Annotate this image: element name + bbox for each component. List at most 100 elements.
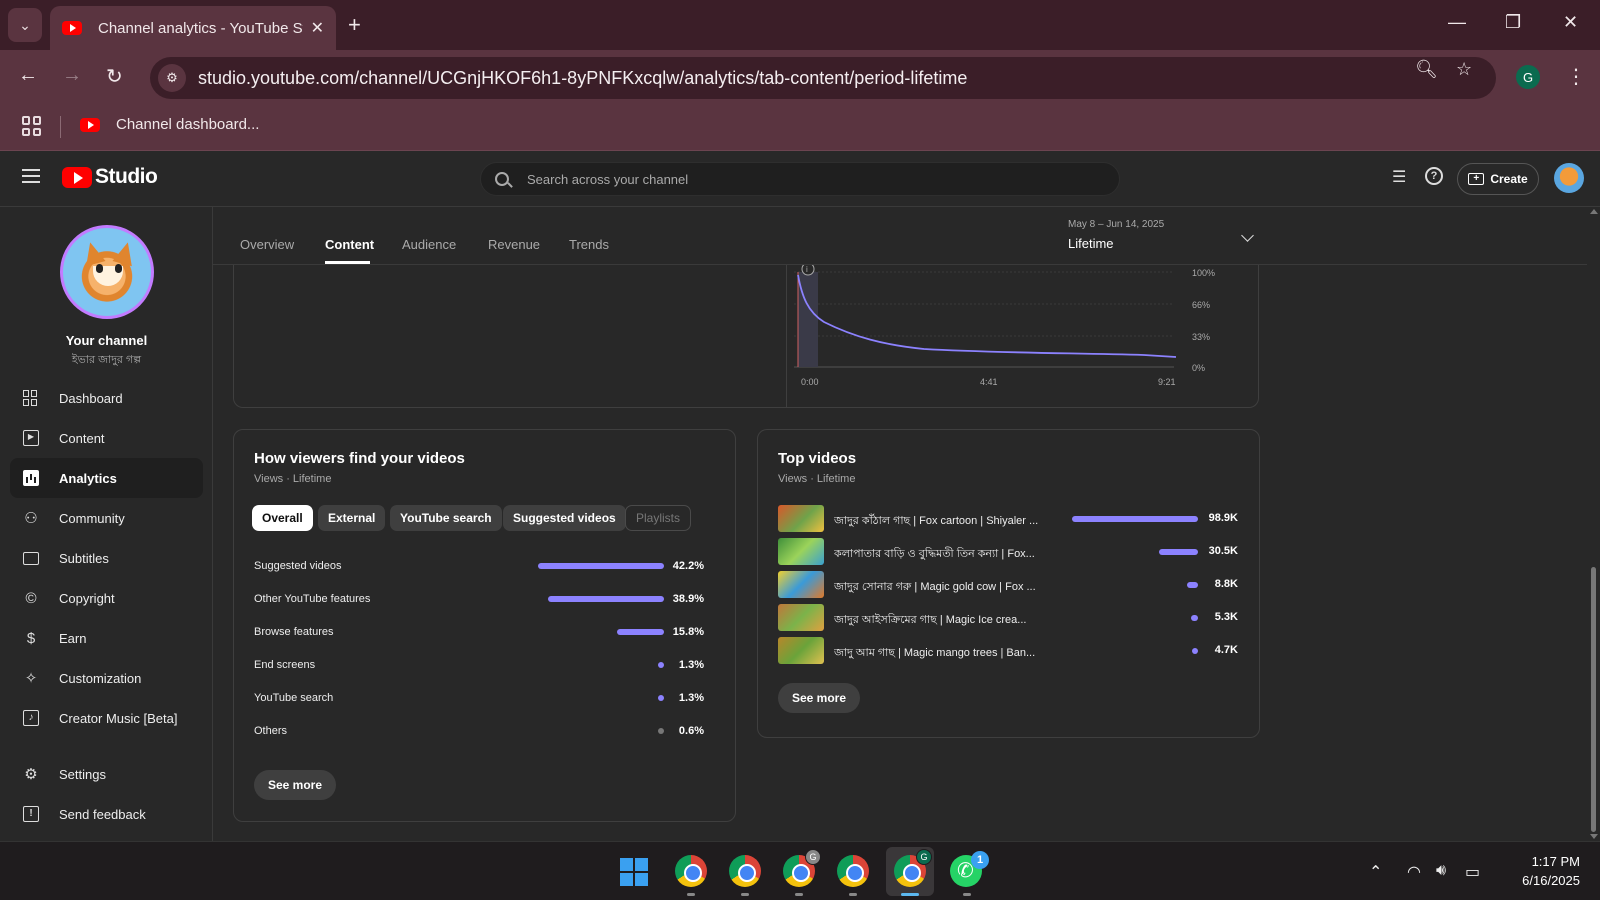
video-thumbnail[interactable] bbox=[778, 604, 824, 631]
video-row[interactable]: জাদুর কাঁঠাল গাছ | Fox cartoon | Shiyale… bbox=[778, 505, 1238, 533]
volume-icon[interactable]: 🔊︎ bbox=[1436, 862, 1446, 880]
bookmark-channel-dashboard[interactable]: Channel dashboard... bbox=[80, 116, 259, 133]
close-window-button[interactable]: ✕ bbox=[1563, 12, 1578, 33]
address-bar[interactable]: ⚙ studio.youtube.com/channel/UCGnjHKOF6h… bbox=[150, 57, 1496, 99]
scroll-up-arrow[interactable] bbox=[1590, 209, 1598, 214]
traffic-row[interactable]: Browse features 15.8% bbox=[254, 623, 704, 643]
wand-icon: ✧ bbox=[24, 670, 38, 687]
system-clock[interactable]: 1:17 PM 6/16/2025 bbox=[1490, 852, 1580, 890]
page-scrollbar[interactable] bbox=[1587, 207, 1600, 841]
battery-icon[interactable]: ▭ bbox=[1465, 862, 1480, 882]
sidebar-item-copyright[interactable]: © Copyright bbox=[10, 578, 203, 618]
sidebar-item-content[interactable]: ▶ Content bbox=[10, 418, 203, 458]
chevron-up-icon[interactable]: ⌃ bbox=[1369, 862, 1382, 882]
browser-menu-icon[interactable]: ⋮ bbox=[1566, 64, 1586, 89]
tab-overview[interactable]: Overview bbox=[240, 237, 294, 252]
profile-avatar[interactable]: G bbox=[1516, 65, 1540, 89]
sidebar-item-send-feedback[interactable]: ! Send feedback bbox=[10, 794, 203, 834]
video-thumbnail[interactable] bbox=[778, 505, 824, 532]
traffic-row[interactable]: YouTube search 1.3% bbox=[254, 689, 704, 709]
chevron-down-icon[interactable] bbox=[1241, 229, 1254, 242]
studio-logo[interactable]: Studio bbox=[62, 165, 158, 189]
reload-button[interactable]: ↻ bbox=[106, 64, 123, 89]
sidebar-item-earn[interactable]: $ Earn bbox=[10, 618, 203, 658]
chip-overall[interactable]: Overall bbox=[252, 505, 313, 531]
traffic-row[interactable]: Other YouTube features 38.9% bbox=[254, 590, 704, 610]
video-row[interactable]: জাদুর আইসক্রিমের গাছ | Magic Ice crea...… bbox=[778, 604, 1238, 632]
sidebar-item-dashboard[interactable]: Dashboard bbox=[10, 378, 203, 418]
restore-button[interactable]: ❐ bbox=[1505, 12, 1521, 33]
url-text[interactable]: studio.youtube.com/channel/UCGnjHKOF6h1-… bbox=[198, 68, 967, 89]
y-tick-label: 66% bbox=[1192, 300, 1211, 310]
chip-external[interactable]: External bbox=[318, 505, 386, 531]
search-icon bbox=[495, 172, 509, 186]
traffic-value: 1.3% bbox=[678, 659, 704, 671]
chrome-profile-2-icon[interactable] bbox=[729, 855, 761, 887]
site-info-icon[interactable]: ⚙ bbox=[158, 64, 186, 92]
traffic-row[interactable]: End screens 1.3% bbox=[254, 656, 704, 676]
chip-playlists[interactable]: Playlists bbox=[625, 505, 692, 531]
wifi-icon[interactable]: ◠ bbox=[1407, 862, 1421, 882]
zoom-icon[interactable]: 🔍︎ bbox=[1415, 59, 1438, 80]
video-row[interactable]: জাদুর সোনার গরু | Magic gold cow | Fox .… bbox=[778, 571, 1238, 599]
chip-suggested-videos[interactable]: Suggested videos bbox=[503, 505, 626, 531]
tab-content[interactable]: Content bbox=[325, 237, 374, 252]
browser-tab-active[interactable]: Channel analytics - YouTube Studio ✕ bbox=[50, 6, 336, 50]
video-title[interactable]: জাদু আম গাছ | Magic mango trees | Ban... bbox=[834, 644, 1044, 663]
menu-icon[interactable] bbox=[22, 169, 40, 183]
traffic-row[interactable]: Suggested videos 42.2% bbox=[254, 557, 704, 577]
video-thumbnail[interactable] bbox=[778, 538, 824, 565]
video-title[interactable]: কলাপাতার বাড়ি ও বুদ্ধিমতী তিন কন্যা | F… bbox=[834, 545, 1044, 564]
traffic-row[interactable]: Others 0.6% bbox=[254, 722, 704, 742]
tab-audience[interactable]: Audience bbox=[402, 237, 456, 252]
chrome-profile-3-icon[interactable]: G bbox=[783, 849, 821, 887]
tab-revenue[interactable]: Revenue bbox=[488, 237, 540, 252]
video-row[interactable]: কলাপাতার বাড়ি ও বুদ্ধিমতী তিন কন্যা | F… bbox=[778, 538, 1238, 566]
video-row[interactable]: জাদু আম গাছ | Magic mango trees | Ban...… bbox=[778, 637, 1238, 665]
video-thumbnail[interactable] bbox=[778, 571, 824, 598]
chrome-profile-5-icon[interactable]: G bbox=[894, 849, 932, 887]
sidebar-item-settings[interactable]: ⚙ Settings bbox=[10, 754, 203, 794]
help-icon[interactable]: ? bbox=[1425, 167, 1443, 185]
active-tab-indicator bbox=[325, 261, 370, 264]
video-thumbnail[interactable] bbox=[778, 637, 824, 664]
new-tab-button[interactable]: + bbox=[348, 12, 361, 38]
chrome-profile-1-icon[interactable] bbox=[675, 855, 707, 887]
subtitles-icon bbox=[22, 549, 40, 567]
windows-start-icon[interactable] bbox=[620, 858, 648, 886]
sidebar-item-customization[interactable]: ✧ Customization bbox=[10, 658, 203, 698]
tab-search-button[interactable]: ⌄ bbox=[8, 8, 42, 42]
video-title[interactable]: জাদুর আইসক্রিমের গাছ | Magic Ice crea... bbox=[834, 611, 1044, 630]
minimize-button[interactable]: — bbox=[1448, 12, 1466, 33]
video-views-bar bbox=[1191, 615, 1198, 621]
messages-icon[interactable]: ☰ bbox=[1392, 167, 1406, 187]
traffic-value: 42.2% bbox=[672, 560, 704, 572]
top-videos-card: Top videos Views · Lifetime জাদুর কাঁঠাল… bbox=[757, 429, 1260, 738]
sidebar-item-analytics[interactable]: Analytics bbox=[10, 458, 203, 498]
period-selector[interactable]: May 8 – Jun 14, 2025 Lifetime bbox=[1068, 219, 1164, 251]
video-title[interactable]: জাদুর সোনার গরু | Magic gold cow | Fox .… bbox=[834, 578, 1044, 597]
sidebar-item-subtitles[interactable]: Subtitles bbox=[10, 538, 203, 578]
forward-button[interactable]: → bbox=[62, 64, 82, 87]
tab-trends[interactable]: Trends bbox=[569, 237, 609, 252]
create-button[interactable]: + Create bbox=[1457, 163, 1539, 195]
apps-grid-icon[interactable] bbox=[22, 116, 42, 136]
chip-youtube-search[interactable]: YouTube search bbox=[390, 505, 502, 531]
sidebar-item-community[interactable]: ⚇ Community bbox=[10, 498, 203, 538]
x-tick-label: 9:21 bbox=[1158, 377, 1176, 387]
see-more-button[interactable]: See more bbox=[778, 683, 861, 713]
scrollbar-thumb[interactable] bbox=[1591, 567, 1596, 832]
chrome-profile-4-icon[interactable] bbox=[837, 855, 869, 887]
account-avatar[interactable] bbox=[1554, 163, 1584, 193]
bookmark-star-icon[interactable]: ☆ bbox=[1456, 59, 1472, 80]
video-title[interactable]: জাদুর কাঁঠাল গাছ | Fox cartoon | Shiyale… bbox=[834, 512, 1044, 531]
sidebar-item-creator-music[interactable]: ♪ Creator Music [Beta] bbox=[10, 698, 203, 738]
video-views: 98.9K bbox=[1208, 512, 1238, 524]
search-input[interactable]: Search across your channel bbox=[480, 162, 1120, 196]
see-more-button[interactable]: See more bbox=[254, 770, 337, 800]
scroll-down-arrow[interactable] bbox=[1590, 834, 1598, 839]
channel-avatar[interactable] bbox=[60, 225, 154, 319]
back-button[interactable]: ← bbox=[18, 64, 38, 87]
traffic-value: 1.3% bbox=[678, 692, 704, 704]
tab-close-icon[interactable]: ✕ bbox=[311, 18, 324, 38]
